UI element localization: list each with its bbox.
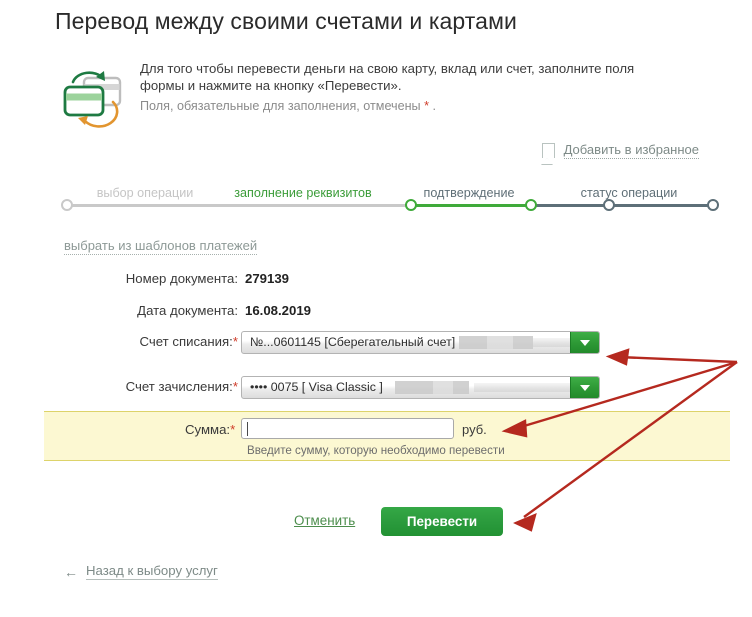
stepper-track [63, 204, 713, 207]
debit-account-label-text: Счет списания: [139, 334, 233, 349]
redacted-block [433, 381, 453, 394]
progress-stepper: выбор операции заполнение реквизитов под… [61, 186, 719, 214]
intro-line-2: формы и нажмите на кнопку «Перевести». [140, 78, 402, 93]
stepper-label-2: заполнение реквизитов [234, 186, 372, 200]
redacted-block [513, 336, 533, 349]
arrow-to-debit-account [617, 355, 738, 364]
stepper-dot-2[interactable] [405, 198, 417, 211]
redacted-block [533, 338, 571, 347]
card-transfer-icon [55, 62, 127, 130]
intro-note-suffix: . [429, 99, 437, 113]
stepper-segment-2 [411, 204, 531, 207]
back-to-services-link[interactable]: ← Назад к выбору услуг [64, 563, 218, 580]
debit-account-required-star: * [232, 334, 238, 349]
arrow-head [513, 512, 537, 532]
cancel-link[interactable]: Отменить [294, 513, 355, 528]
row-document-number: Номер документа: 279139 [0, 268, 752, 294]
redacted-block [395, 381, 433, 394]
credit-account-label-text: Счет зачисления: [125, 379, 233, 394]
document-date-label: Дата документа: [137, 303, 238, 318]
amount-label: Сумма:* [185, 422, 235, 437]
chevron-down-icon[interactable] [570, 332, 599, 353]
credit-account-select[interactable]: •••• 0075 [ Visa Classic ] [241, 376, 600, 399]
back-to-services-label[interactable]: Назад к выбору услуг [86, 563, 218, 580]
stepper-dot-4[interactable] [603, 198, 615, 211]
page-title: Перевод между своими счетами и картами [55, 8, 517, 34]
bookmark-flag-icon [541, 143, 555, 166]
amount-hint: Введите сумму, которую необходимо переве… [247, 444, 505, 457]
stepper-segment-1 [63, 204, 411, 207]
credit-account-label: Счет зачисления:* [126, 379, 238, 394]
stepper-dot-5[interactable] [707, 198, 719, 211]
stepper-segment-3 [531, 204, 713, 207]
amount-input[interactable] [241, 418, 454, 439]
redacted-block [487, 336, 513, 349]
text-cursor [247, 422, 248, 436]
chevron-down-icon[interactable] [570, 377, 599, 398]
intro-text: Для того чтобы перевести деньги на свою … [140, 60, 700, 115]
intro-required-note: Поля, обязательные для заполнения, отмеч… [140, 98, 700, 115]
stepper-dot-3[interactable] [525, 198, 537, 211]
credit-account-required-star: * [232, 379, 238, 394]
amount-required-star: * [230, 422, 236, 437]
intro-line-1: Для того чтобы перевести деньги на свою … [140, 61, 635, 76]
redacted-block [459, 336, 487, 349]
add-to-favourites-label[interactable]: Добавить в избранное [563, 142, 699, 159]
submit-transfer-button[interactable]: Перевести [381, 507, 503, 536]
document-number-label: Номер документа: [125, 271, 238, 286]
row-debit-account: Счет списания:* №...0601145 [Сберегатель… [0, 331, 752, 357]
amount-label-text: Сумма: [185, 422, 231, 437]
arrow-left-icon: ← [64, 563, 78, 580]
credit-account-value: •••• 0075 [ Visa Classic ] [250, 380, 383, 394]
redacted-block [453, 381, 469, 394]
redacted-block [474, 383, 570, 392]
debit-account-label: Счет списания:* [140, 334, 238, 349]
stepper-label-4: статус операции [580, 186, 678, 200]
debit-account-value: №...0601145 [Сберегательный счет] [250, 335, 456, 349]
debit-account-select[interactable]: №...0601145 [Сберегательный счет] [241, 331, 600, 354]
document-date-value: 16.08.2019 [245, 303, 312, 318]
row-credit-account: Счет зачисления:* •••• 0075 [ Visa Class… [0, 376, 752, 402]
document-number-value: 279139 [245, 271, 290, 286]
stepper-dot-1[interactable] [61, 198, 73, 211]
stepper-label-1: выбор операции [96, 186, 194, 200]
stepper-label-3: подтверждение [423, 186, 515, 200]
amount-currency-unit: руб. [462, 422, 487, 437]
intro-note-text: Поля, обязательные для заполнения, отмеч… [140, 99, 425, 113]
choose-from-templates-link[interactable]: выбрать из шаблонов платежей [64, 238, 258, 255]
add-to-favourites[interactable]: Добавить в избранное [541, 142, 699, 166]
row-document-date: Дата документа: 16.08.2019 [0, 300, 752, 326]
